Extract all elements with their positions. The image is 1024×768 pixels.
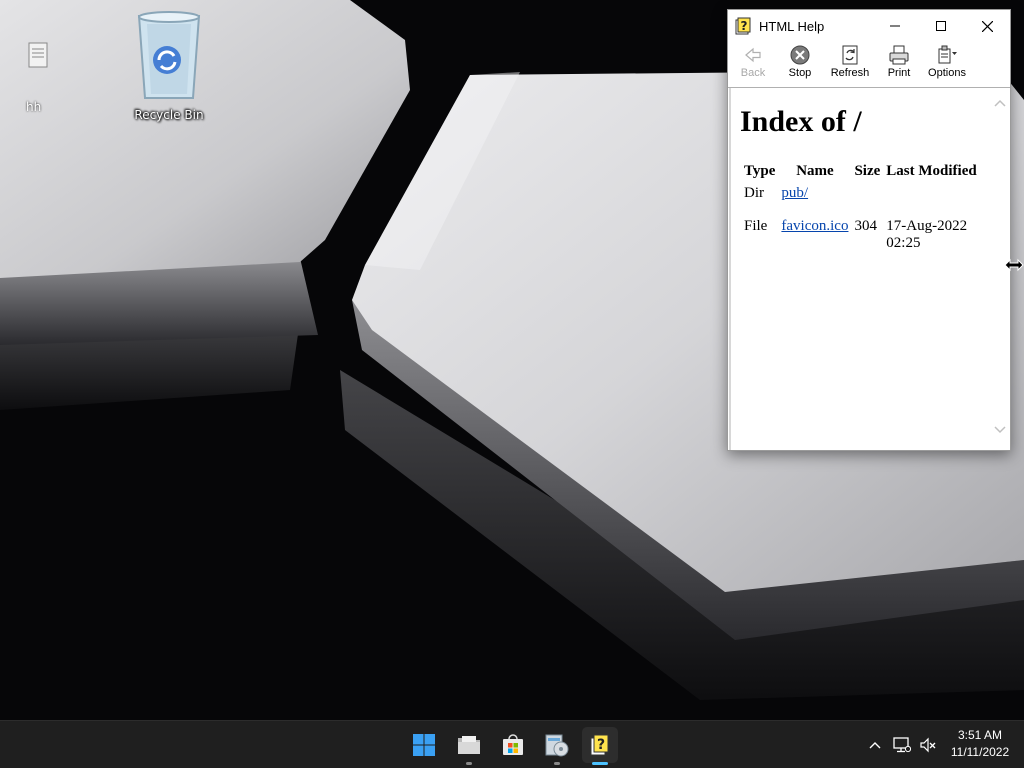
hh-label: hh xyxy=(26,100,42,114)
taskbar-installer[interactable] xyxy=(539,727,575,765)
column-header-last-modified: Last Modified xyxy=(886,163,977,179)
table-header-row: Type Name Size Last Modified xyxy=(741,162,980,184)
tray-volume[interactable] xyxy=(918,735,938,755)
stop-label: Stop xyxy=(788,67,812,79)
favicon-link[interactable]: favicon.ico xyxy=(781,218,848,234)
active-indicator xyxy=(592,762,608,765)
maximize-button[interactable] xyxy=(918,10,964,42)
chevron-up-icon xyxy=(994,99,1006,107)
row-type: Dir xyxy=(744,185,764,201)
row-size xyxy=(851,184,883,217)
resize-cursor-icon xyxy=(1004,258,1024,272)
html-help-icon: ? xyxy=(590,734,609,756)
help-toolbar: Back Stop Refresh Print Options xyxy=(728,42,1010,88)
refresh-label: Refresh xyxy=(830,67,870,79)
options-icon xyxy=(938,45,957,64)
file-explorer-icon xyxy=(458,736,480,754)
taskbar-file-explorer[interactable] xyxy=(451,727,487,765)
scroll-up-button[interactable] xyxy=(994,97,1006,109)
pub-link[interactable]: pub/ xyxy=(781,185,808,201)
tray-overflow-button[interactable] xyxy=(866,735,884,755)
close-icon xyxy=(981,20,993,32)
svg-text:?: ? xyxy=(741,19,748,33)
window-title: HTML Help xyxy=(759,18,825,34)
html-help-window: ? HTML Help Back Stop Refresh Print Opti… xyxy=(727,9,1011,451)
back-label: Back xyxy=(740,67,766,79)
row-size: 304 xyxy=(854,218,877,234)
page-heading: Index of / xyxy=(740,105,862,138)
help-icon: ? xyxy=(735,17,751,35)
network-icon xyxy=(893,737,911,753)
minimize-button[interactable] xyxy=(872,10,918,42)
store-icon xyxy=(503,734,523,755)
stop-icon xyxy=(790,45,810,65)
window-titlebar[interactable]: ? HTML Help xyxy=(728,10,1010,42)
refresh-button[interactable]: Refresh xyxy=(824,42,876,79)
row-modified-date: 17-Aug-2022 xyxy=(886,218,968,234)
taskbar-clock[interactable]: 3:51 AM 11/11/2022 xyxy=(944,727,1016,761)
options-button[interactable]: Options xyxy=(922,42,972,79)
stop-button[interactable]: Stop xyxy=(776,42,824,79)
scroll-down-button[interactable] xyxy=(994,424,1006,436)
options-label: Options xyxy=(928,67,966,79)
row-modified: 17-Aug-2022 02:25 xyxy=(883,217,979,253)
recycle-bin-icon xyxy=(137,11,201,99)
close-button[interactable] xyxy=(964,10,1010,42)
table-row: Dir pub/ xyxy=(741,184,980,217)
row-type: File xyxy=(744,218,768,234)
installer-icon xyxy=(545,734,569,757)
row-modified-time: 02:25 xyxy=(886,235,921,251)
clock-date: 11/11/2022 xyxy=(950,745,1010,759)
print-label: Print xyxy=(887,67,911,79)
chevron-up-icon xyxy=(869,742,881,749)
column-header-type: Type xyxy=(744,163,776,179)
taskbar-store[interactable] xyxy=(495,727,531,763)
table-row: File favicon.ico 304 17-Aug-2022 02:25 xyxy=(741,217,980,253)
help-content-pane: Index of / Type Name Size Last Modified … xyxy=(729,88,1010,450)
clock-time: 3:51 AM xyxy=(957,728,1003,742)
desktop-icon-recycle-bin[interactable]: Recycle Bin xyxy=(124,6,214,122)
start-icon xyxy=(413,734,435,756)
refresh-icon xyxy=(842,45,858,65)
back-arrow-icon xyxy=(745,47,761,63)
volume-muted-icon xyxy=(920,737,936,753)
column-header-size: Size xyxy=(854,163,881,179)
directory-table: Type Name Size Last Modified Dir pub/ Fi… xyxy=(741,162,980,253)
running-indicator xyxy=(466,762,472,765)
back-button[interactable]: Back xyxy=(730,42,776,79)
printer-icon xyxy=(889,45,909,65)
file-icon xyxy=(28,42,48,68)
recycle-bin-label: Recycle Bin xyxy=(134,108,204,122)
column-header-name: Name xyxy=(796,163,834,179)
taskbar-html-help[interactable]: ? xyxy=(582,727,618,765)
running-indicator xyxy=(554,762,560,765)
minimize-icon xyxy=(890,25,900,27)
tray-network[interactable] xyxy=(892,735,912,755)
svg-text:?: ? xyxy=(597,737,605,753)
row-modified xyxy=(883,184,979,217)
chevron-down-icon xyxy=(994,426,1006,434)
taskbar: ? 3:51 AM 11/11/2022 xyxy=(0,720,1024,768)
maximize-icon xyxy=(936,21,946,31)
start-button[interactable] xyxy=(406,727,442,763)
print-button[interactable]: Print xyxy=(876,42,922,79)
